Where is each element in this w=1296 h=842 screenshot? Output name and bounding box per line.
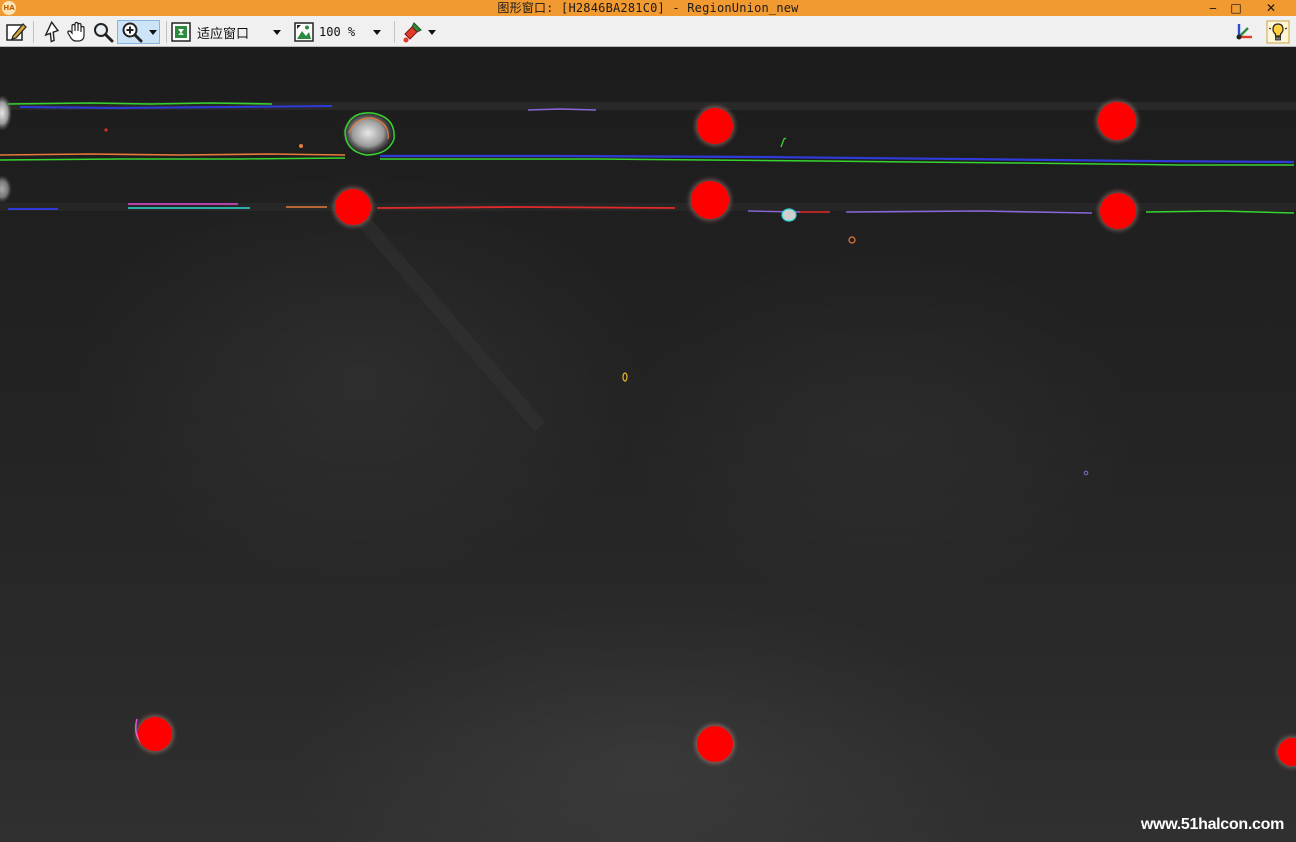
image-canvas[interactable]: www.51halcon.com xyxy=(0,47,1296,842)
window-title: 图形窗口: [H2846BA281C0] - RegionUnion_new xyxy=(497,1,799,15)
magnify-button[interactable] xyxy=(90,20,116,44)
pointer-button[interactable] xyxy=(38,20,64,44)
edit-icon xyxy=(6,23,27,41)
coordinate-axes-icon xyxy=(1236,24,1252,40)
contour-green xyxy=(7,102,273,105)
red-region-marker xyxy=(697,726,733,762)
red-markers xyxy=(136,100,1296,768)
contour-green xyxy=(1145,210,1295,214)
toolbar-separator xyxy=(394,21,395,43)
contour-orange xyxy=(0,153,346,156)
red-region-marker xyxy=(138,717,172,751)
contour-violet xyxy=(845,210,1093,214)
red-region-marker xyxy=(697,108,733,144)
paint-tool-dropdown[interactable] xyxy=(398,20,440,44)
red-region-marker xyxy=(1098,102,1136,140)
zoom-percent-dropdown[interactable]: 100 % xyxy=(293,20,391,44)
chevron-down-icon xyxy=(148,29,157,35)
bright-spot xyxy=(0,175,12,203)
title-bar: HA 图形窗口: [H2846BA281C0] - RegionUnion_ne… xyxy=(0,0,1296,16)
texture-streak xyxy=(354,212,546,432)
lightbulb-button[interactable] xyxy=(1264,20,1292,44)
speck xyxy=(622,372,628,382)
pointer-icon xyxy=(44,21,60,43)
zoom-percent-icon xyxy=(294,22,314,42)
close-button[interactable]: ✕ xyxy=(1257,0,1285,16)
graphics-toolbar: 适应窗口 100 % xyxy=(0,16,1296,47)
speck xyxy=(104,128,108,132)
speck xyxy=(781,208,797,222)
paint-tool-icon xyxy=(403,22,422,43)
pan-button[interactable] xyxy=(64,20,90,44)
speck xyxy=(848,236,856,244)
red-region-marker xyxy=(691,181,729,219)
contour-red xyxy=(376,206,676,209)
bright-spot xyxy=(0,95,12,131)
red-region-marker xyxy=(1100,193,1136,229)
fit-window-label: 适应窗口 xyxy=(197,26,250,42)
zoom-percent-value: 100 % xyxy=(319,25,356,39)
pan-hand-icon xyxy=(67,21,85,42)
chevron-down-icon xyxy=(428,29,436,35)
fit-window-icon xyxy=(171,22,191,42)
coordinate-axes-button[interactable] xyxy=(1231,20,1257,44)
zoom-in-button[interactable] xyxy=(117,20,160,44)
region-overlay xyxy=(0,95,1296,768)
toolbar-separator xyxy=(33,21,34,43)
fit-window-dropdown[interactable]: 适应窗口 xyxy=(170,20,290,44)
contour-green xyxy=(0,157,346,161)
magnifier-icon xyxy=(94,23,114,43)
chevron-down-icon xyxy=(273,29,282,35)
red-region-marker xyxy=(335,189,371,225)
lightbulb-icon xyxy=(1266,20,1290,44)
edit-button[interactable] xyxy=(3,20,29,44)
chevron-down-icon xyxy=(373,29,382,35)
toolbar-separator xyxy=(166,21,167,43)
speck xyxy=(1083,470,1089,476)
speck xyxy=(299,144,303,148)
zoom-in-icon xyxy=(122,22,142,43)
speck xyxy=(780,137,787,148)
watermark-text: www.51halcon.com xyxy=(1140,816,1284,833)
maximize-button[interactable]: □ xyxy=(1222,0,1250,16)
